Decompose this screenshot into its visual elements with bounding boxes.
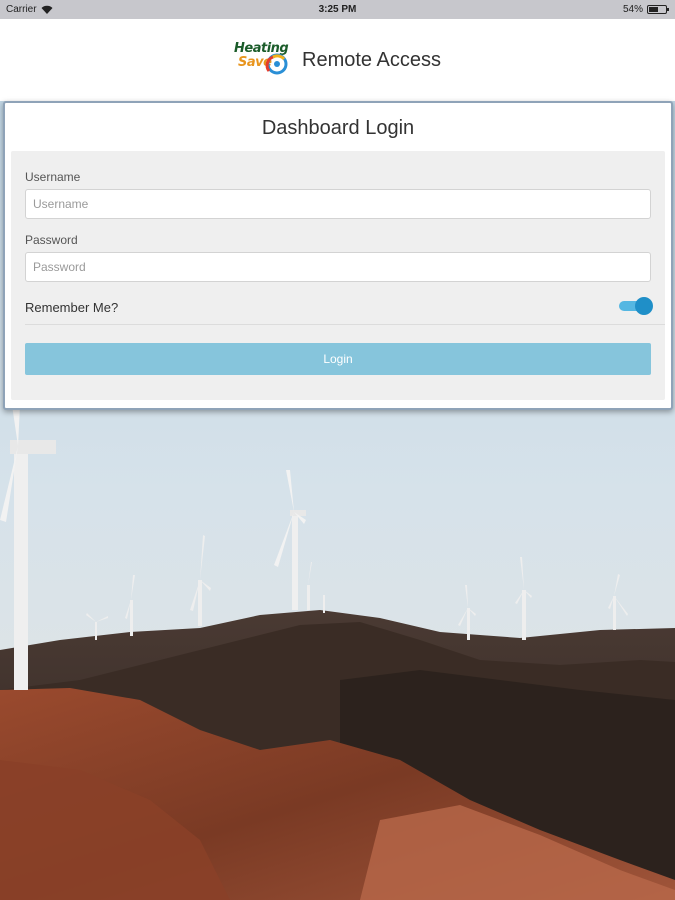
status-time: 3:25 PM bbox=[318, 4, 357, 15]
login-button[interactable]: Login bbox=[25, 343, 651, 375]
password-label: Password bbox=[25, 233, 78, 247]
login-form: Username Password Remember Me? Login bbox=[11, 151, 665, 400]
remember-me-toggle[interactable] bbox=[619, 297, 653, 315]
login-title: Dashboard Login bbox=[261, 117, 415, 139]
remember-me-label: Remember Me? bbox=[25, 300, 119, 315]
username-input[interactable] bbox=[25, 189, 651, 219]
app-header: Heating Save Remote Access bbox=[0, 19, 675, 101]
toggle-knob bbox=[635, 297, 653, 315]
login-card: Dashboard Login Username Password Rememb… bbox=[3, 101, 673, 410]
username-label: Username bbox=[25, 170, 81, 184]
status-bar-right: 54% bbox=[622, 4, 669, 15]
logo-swirl-icon bbox=[265, 53, 288, 75]
page-title: Remote Access bbox=[302, 48, 441, 71]
battery-fill bbox=[649, 7, 658, 12]
heating-save-logo: Heating Save bbox=[234, 41, 292, 79]
battery-icon bbox=[647, 5, 669, 14]
divider bbox=[25, 324, 665, 325]
password-input[interactable] bbox=[25, 252, 651, 282]
battery-percent: 54% bbox=[622, 4, 643, 15]
status-bar: Carrier 3:25 PM 54% bbox=[0, 0, 675, 19]
